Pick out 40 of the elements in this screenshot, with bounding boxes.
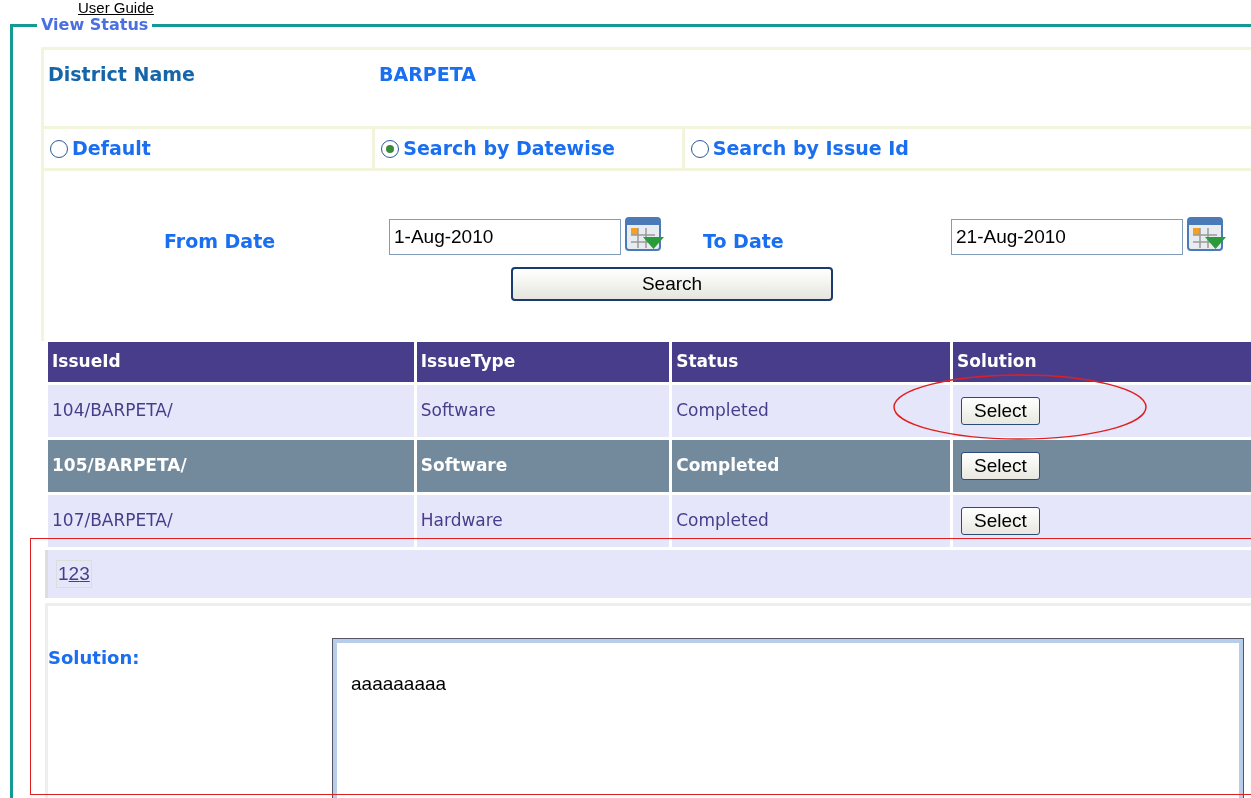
current-page: 1 (58, 563, 69, 585)
select-button[interactable]: Select (961, 397, 1040, 425)
page-link[interactable]: 3 (79, 563, 90, 585)
solution-textarea[interactable]: aaaaaaaaa (333, 639, 1243, 798)
from-date-label: From Date (164, 229, 276, 254)
radio-label[interactable]: Search by Datewise (403, 134, 615, 163)
column-header: IssueType (416, 342, 670, 382)
page-link[interactable]: 2 (68, 563, 80, 585)
table-cell: Software (416, 440, 670, 492)
select-button[interactable]: Select (961, 507, 1040, 535)
radio-button[interactable] (690, 139, 709, 158)
to-date-label: To Date (703, 229, 784, 254)
column-header: Solution (953, 342, 1251, 382)
column-header: Status (672, 342, 950, 382)
column-header: IssueId (48, 342, 414, 382)
district-label: District Name (48, 62, 196, 87)
table-row[interactable]: 104/BARPETA/ Software Completed Select (48, 385, 1251, 437)
calendar-icon[interactable] (1187, 217, 1227, 253)
from-date-field[interactable]: 1-Aug-2010 (389, 219, 621, 255)
table-row[interactable]: 105/BARPETA/ Software Completed Select (48, 440, 1251, 492)
solution-label: Solution: (48, 646, 140, 670)
radio-label[interactable]: Default (72, 134, 151, 163)
radio-label[interactable]: Search by Issue Id (712, 134, 909, 163)
table-cell: Hardware (416, 495, 670, 547)
to-date-field[interactable]: 21-Aug-2010 (951, 219, 1183, 255)
table-cell: 104/BARPETA/ (48, 385, 414, 437)
select-button[interactable]: Select (961, 452, 1040, 480)
district-value: BARPETA (379, 62, 476, 87)
table-row[interactable]: 107/BARPETA/ Hardware Completed Select (48, 495, 1251, 547)
user-guide-link[interactable]: User Guide (78, 0, 154, 15)
calendar-icon[interactable] (625, 217, 665, 253)
table-cell: Completed (672, 495, 950, 547)
radio-button[interactable] (50, 139, 68, 158)
radio-button[interactable] (381, 139, 400, 158)
table-cell: Software (416, 385, 670, 437)
table-cell: 105/BARPETA/ (48, 440, 414, 492)
table-cell: 107/BARPETA/ (48, 495, 414, 547)
search-button[interactable]: Search (511, 267, 833, 301)
table-cell: Completed (672, 440, 950, 492)
table-cell: Completed (672, 385, 950, 437)
